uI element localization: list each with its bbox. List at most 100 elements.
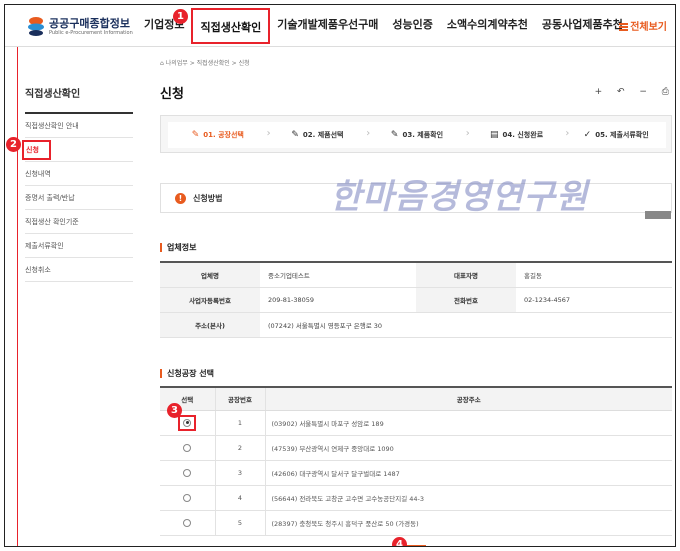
step-badge-1: 1 — [173, 9, 188, 24]
pencil-icon: ✎ — [291, 130, 299, 140]
logo-subtitle: Public e-Procurement Information — [49, 30, 133, 36]
company-name-label: 업체명 — [160, 262, 260, 288]
ceo-value: 홍길동 — [516, 262, 672, 288]
table-header-row: 선택 공장번호 공장주소 — [160, 387, 672, 411]
logo-title: 공공구매종합정보 — [49, 17, 130, 30]
info-icon: ! — [175, 193, 186, 204]
method-title: 신청방법 — [193, 194, 223, 203]
breadcrumb-text: 나의업무 > 직접생산확인 > 신청 — [165, 60, 250, 67]
highlight-line — [17, 47, 18, 546]
address-value: (07242) 서울특별시 영등포구 은행로 30 — [260, 312, 672, 338]
nav-small-contract[interactable]: 소액수의계약추천 — [440, 5, 535, 47]
company-info-table: 업체명 중소기업테스트 대표자명 홍길동 사업자등록번호 209-81-3805… — [160, 261, 672, 338]
select-cell — [160, 510, 215, 536]
sidebar: 직접생산확인 직접생산확인 안내 신청 신청내역 증명서 출력/반납 직접생산 … — [22, 47, 133, 282]
top-header: 공공구매종합정보 Public e-Procurement Informatio… — [5, 5, 675, 47]
step-indicator: ✎ 01. 공장선택 › ✎ 02. 제품선택 › ✎ 03. 제품확인 › ▤ 04. 신청… — [160, 115, 672, 153]
table-row[interactable]: 1 (03902) 서울특별시 마포구 성암로 189 — [160, 410, 672, 436]
factory-radio-2[interactable] — [183, 443, 192, 452]
factory-no: 3 — [214, 460, 265, 486]
nav-direct-production[interactable]: 직접생산확인 — [191, 8, 271, 44]
factory-section-title: 신청공장 선택 — [160, 369, 214, 378]
step-badge-4: 4 — [392, 537, 407, 546]
table-row: 주소(본사) (07242) 서울특별시 영등포구 은행로 30 — [160, 312, 672, 338]
step-2: ✎ 02. 제품선택 › — [268, 128, 370, 140]
step-list: ✎ 01. 공장선택 › ✎ 02. 제품선택 › ✎ 03. 제품확인 › ▤ 04. 신청… — [168, 122, 666, 148]
tel-value: 02-1234-4567 — [516, 287, 672, 313]
page-tools[interactable]: + ↶ − ⎙ — [595, 87, 675, 97]
logo-mark-icon — [28, 17, 44, 36]
all-menu-button[interactable]: 전체보기 — [619, 18, 667, 33]
factory-table: 선택 공장번호 공장주소 1 (03902) 서울특별시 마포구 성암로 189… — [160, 386, 672, 536]
table-row[interactable]: 3 (42606) 대구광역시 달서구 달구벌대로 1487 — [160, 460, 672, 486]
factory-address: (42606) 대구광역시 달서구 달구벌대로 1487 — [264, 460, 672, 486]
factory-address: (56644) 전라북도 고창군 고수면 고수농공단지길 44-3 — [264, 485, 672, 511]
nav-tech-priority[interactable]: 기술개발제품우선구매 — [270, 5, 385, 47]
pen-icon: ✎ — [390, 130, 399, 140]
sidebar-item-history[interactable]: 신청내역 — [25, 162, 133, 186]
table-row[interactable]: 4 (56644) 전라북도 고창군 고수면 고수농공단지길 44-3 — [160, 485, 672, 511]
step-4: ▤ 04. 신청완료 › — [467, 128, 569, 140]
col-factory-no: 공장번호 — [214, 387, 265, 411]
step-1: ✎ 01. 공장선택 › — [168, 128, 271, 140]
check-icon: ✓ — [583, 130, 592, 140]
table-row[interactable]: 2 (47539) 부산광역시 연제구 중앙대로 1090 — [160, 435, 672, 461]
factory-radio-3[interactable] — [183, 468, 192, 477]
address-label: 주소(본사) — [160, 312, 260, 338]
site-logo[interactable]: 공공구매종합정보 Public e-Procurement Informatio… — [27, 13, 137, 41]
nav-performance-cert[interactable]: 성능인증 — [385, 5, 439, 47]
pencil-icon: ✎ — [191, 130, 200, 140]
step-4-label: 04. 신청완료 — [502, 131, 544, 139]
factory-radio-4[interactable] — [183, 493, 192, 502]
ceo-label: 대표자명 — [416, 262, 516, 288]
step-1-label: 01. 공장선택 — [203, 131, 244, 139]
factory-no: 4 — [214, 485, 265, 511]
sidebar-item-apply-label: 신청 — [22, 140, 51, 160]
bizno-value: 209-81-38059 — [260, 287, 416, 313]
sidebar-item-guide[interactable]: 직접생산확인 안내 — [25, 114, 133, 138]
select-cell — [160, 460, 215, 486]
bizno-label: 사업자등록번호 — [160, 287, 260, 313]
breadcrumb: ⌂ 나의업무 > 직접생산확인 > 신청 — [160, 58, 250, 67]
page-title: 신청 — [160, 87, 184, 102]
select-cell — [160, 435, 215, 461]
company-name-value: 중소기업테스트 — [260, 262, 416, 288]
company-section-title: 업체정보 — [160, 243, 196, 252]
factory-address: (47539) 부산광역시 연제구 중앙대로 1090 — [264, 435, 672, 461]
global-nav: 기업정보 직접생산확인 기술개발제품우선구매 성능인증 소액수의계약추천 공동사… — [137, 5, 630, 47]
table-row[interactable]: 5 (28397) 충청북도 청주시 흥덕구 풍산로 50 (가경동) — [160, 510, 672, 536]
table-row: 업체명 중소기업테스트 대표자명 홍길동 — [160, 262, 672, 288]
step-badge-2: 2 — [6, 137, 21, 152]
step-2-label: 02. 제품선택 — [302, 131, 344, 139]
radio-highlight — [178, 414, 197, 431]
factory-address: (28397) 충청북도 청주시 흥덕구 풍산로 50 (가경동) — [264, 510, 672, 536]
factory-radio-1[interactable] — [183, 418, 192, 427]
nav-joint-business[interactable]: 공동사업제품추천 — [535, 5, 630, 47]
step-3-label: 03. 제품확인 — [402, 131, 444, 139]
factory-address: (03902) 서울특별시 마포구 성암로 189 — [264, 410, 672, 436]
watermark-text: 한마음경영연구원 — [330, 177, 589, 217]
step-5-label: 05. 제출서류확인 — [595, 131, 649, 139]
table-row: 사업자등록번호 209-81-38059 전화번호 02-1234-4567 — [160, 287, 672, 313]
tel-label: 전화번호 — [416, 287, 516, 313]
sidebar-item-documents[interactable]: 제출서류확인 — [25, 234, 133, 258]
menu-icon — [619, 23, 629, 31]
method-toggle-button[interactable] — [645, 211, 671, 219]
step-3: ✎ 03. 제품확인 › — [367, 128, 470, 140]
step-5: ✓ 05. 제출서류확인 — [566, 130, 666, 140]
sidebar-item-criteria[interactable]: 직접생산 확인기준 — [25, 210, 133, 234]
sidebar-item-cancel[interactable]: 신청취소 — [25, 258, 133, 282]
col-factory-address: 공장주소 — [264, 387, 672, 411]
sidebar-item-apply[interactable]: 신청 — [22, 138, 133, 162]
factory-radio-5[interactable] — [183, 518, 192, 527]
sidebar-title: 직접생산확인 — [25, 85, 133, 114]
window-frame: 공공구매종합정보 Public e-Procurement Informatio… — [4, 4, 676, 547]
factory-no: 2 — [214, 435, 265, 461]
step-badge-3: 3 — [167, 403, 182, 418]
all-menu-label: 전체보기 — [630, 22, 667, 33]
select-cell — [160, 485, 215, 511]
factory-no: 1 — [214, 410, 265, 436]
factory-no: 5 — [214, 510, 265, 536]
document-icon: ▤ — [490, 130, 499, 140]
sidebar-item-certificate[interactable]: 증명서 출력/반납 — [25, 186, 133, 210]
